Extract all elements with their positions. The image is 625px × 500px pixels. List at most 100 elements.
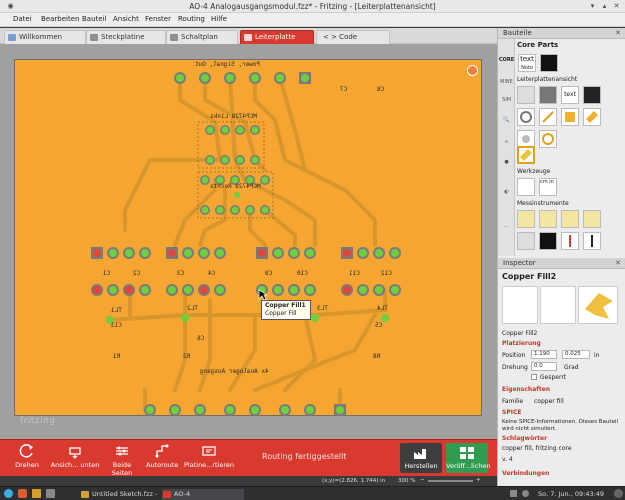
tab-schaltplan[interactable]: Schaltplan	[166, 30, 238, 44]
minimize-icon[interactable]: ▾	[588, 2, 597, 11]
tooltip-subtitle: Copper Fill	[265, 310, 297, 317]
bin-tab-sim[interactable]: SIM	[499, 97, 514, 103]
part-pcb-gray[interactable]	[539, 86, 557, 104]
pcb-label-c9: C9	[265, 270, 273, 277]
pcb-label-bottom: 4x Analoger Ausgang	[200, 368, 269, 375]
menu-routing[interactable]: Routing	[178, 15, 205, 23]
menu-bar: Datei Bearbeiten Bauteil Ansicht Fenster…	[0, 13, 625, 27]
cursor-coordinates: (x,y)=(2.826, 1.744) in	[322, 478, 386, 484]
schematic-icon	[170, 34, 178, 41]
start-menu-icon[interactable]	[4, 489, 13, 498]
menu-hilfe[interactable]: Hilfe	[211, 15, 227, 23]
part-copper-fill[interactable]	[583, 108, 601, 126]
bin-tab-infinity-icon[interactable]: ∞	[499, 139, 514, 145]
zoom-slider[interactable]	[428, 480, 473, 482]
panel-close-icon[interactable]: ✕	[615, 28, 621, 39]
part-jumper[interactable]	[539, 108, 557, 126]
terminal-icon[interactable]	[46, 489, 55, 498]
part-power-supply[interactable]	[539, 232, 557, 250]
factory-icon	[414, 449, 426, 459]
tags-header: Schlagwörter	[502, 435, 548, 442]
copper-fill-preview-icon	[585, 293, 613, 319]
menu-ansicht[interactable]: Ansicht	[113, 15, 139, 23]
part-multimeter-1[interactable]	[517, 210, 535, 228]
connections-header: Verbindungen	[502, 470, 550, 477]
bin-tab-more-icon[interactable]: ⋯	[499, 224, 514, 230]
part-via[interactable]	[517, 108, 535, 126]
part-note[interactable]	[517, 178, 535, 196]
firefox-icon[interactable]	[18, 489, 27, 498]
rotate-button[interactable]: Drehen	[10, 443, 44, 469]
clock: So, 7. Jun., 09:43:49	[538, 490, 605, 498]
rotation-input[interactable]: 0.0	[531, 362, 557, 371]
bin-tab-mine[interactable]: MINE	[499, 79, 514, 85]
instruments-label: Messinstrumente	[517, 200, 569, 207]
pcb-label-header: Power, Signal, Out	[195, 61, 261, 68]
inspector-preview-pcb	[578, 286, 618, 324]
part-multimeter-2[interactable]	[539, 210, 557, 228]
taskbar-item-untitled[interactable]: Untitled Sketch.fzz - ...	[80, 489, 160, 500]
close-icon[interactable]: ✕	[612, 2, 621, 11]
bin-tab-seeed-icon[interactable]: ●	[499, 159, 514, 165]
tab-steckplatine[interactable]: Steckplatine	[86, 30, 166, 44]
menu-fenster[interactable]: Fenster	[145, 15, 171, 23]
bin-tab-arduino-icon[interactable]: ◐	[499, 189, 514, 195]
part-oscilloscope[interactable]	[517, 232, 535, 250]
tab-willkommen[interactable]: Willkommen	[4, 30, 86, 44]
share-button[interactable]: Veröff...lichen	[446, 443, 491, 473]
part-pad[interactable]	[561, 108, 579, 126]
part-copper-fill-selected[interactable]	[517, 146, 535, 164]
title-bar: AO-4 Analogausgangsmodul.fzz* - Fritzing…	[0, 0, 625, 13]
part-silkscreen-text[interactable]: text	[561, 86, 579, 104]
part-silkscreen-image[interactable]	[583, 86, 601, 104]
volume-icon[interactable]	[522, 490, 529, 497]
status-bar: (x,y)=(2.826, 1.744) in 300 % − +	[0, 476, 497, 486]
power-icon[interactable]	[614, 489, 623, 498]
board-icon	[201, 443, 217, 459]
zoom-out-icon[interactable]: −	[420, 477, 425, 483]
menu-bauteil[interactable]: Bauteil	[82, 15, 106, 23]
maximize-icon[interactable]: ▴	[600, 2, 609, 11]
part-logo-image[interactable]	[540, 54, 558, 72]
pcb-label-tl1: TL1	[111, 307, 122, 314]
trace	[283, 313, 317, 392]
autoroute-button[interactable]: Autoroute	[146, 443, 178, 469]
part-pcb-plain[interactable]	[517, 86, 535, 104]
tooltip: Copper Fill1 Copper Fill	[261, 300, 311, 320]
zoom-in-icon[interactable]: +	[476, 477, 481, 483]
bin-tab-core[interactable]: CORE	[499, 57, 514, 63]
trace	[198, 188, 227, 247]
part-ruler[interactable]: cm in	[539, 178, 557, 196]
position-label: Position	[502, 352, 526, 359]
bin-tab-search-icon[interactable]: 🔍	[499, 117, 514, 123]
tab-label: Leiterplatte	[255, 33, 296, 41]
files-icon[interactable]	[32, 489, 41, 498]
both-sides-button[interactable]: Beide Seiten	[102, 443, 142, 477]
part-multimeter-3[interactable]	[561, 210, 579, 228]
part-probe-red[interactable]	[561, 232, 579, 250]
network-icon[interactable]	[510, 490, 517, 497]
view-from-below-button[interactable]: Ansich... unten	[50, 443, 100, 469]
taskbar-item-ao4[interactable]: AO-4 Analogausgan...	[162, 489, 244, 500]
view-label: Leiterplattenansicht	[517, 76, 578, 83]
board-export-button[interactable]: Platine...rtieren	[184, 443, 234, 469]
position-x-input[interactable]: 1.190	[531, 350, 557, 359]
pcb-canvas[interactable]: Power, Signal, Out MCP4728 Links MCP4728…	[0, 44, 497, 439]
part-text[interactable]: text Noto	[518, 54, 536, 72]
manufacture-button[interactable]: Herstellen	[400, 443, 442, 473]
locked-checkbox[interactable]	[531, 374, 537, 380]
tab-label: Steckplatine	[101, 33, 145, 41]
menu-bearbeiten[interactable]: Bearbeiten	[41, 15, 79, 23]
tab-leiterplatte[interactable]: Leiterplatte	[240, 30, 314, 44]
menu-datei[interactable]: Datei	[13, 15, 32, 23]
part-logo-copper[interactable]	[539, 130, 557, 148]
position-y-input[interactable]: 0.025	[562, 350, 590, 359]
inspector-title: Inspector	[503, 259, 536, 267]
inspector-close-icon[interactable]: ✕	[615, 258, 621, 269]
part-multimeter-4[interactable]	[583, 210, 601, 228]
part-probe-black[interactable]	[583, 232, 601, 250]
app-icon: ◉	[7, 2, 14, 10]
trace	[263, 208, 297, 247]
pcb-board[interactable]: Power, Signal, Out MCP4728 Links MCP4728…	[14, 59, 482, 416]
tab-code[interactable]: < > Code	[316, 30, 390, 44]
